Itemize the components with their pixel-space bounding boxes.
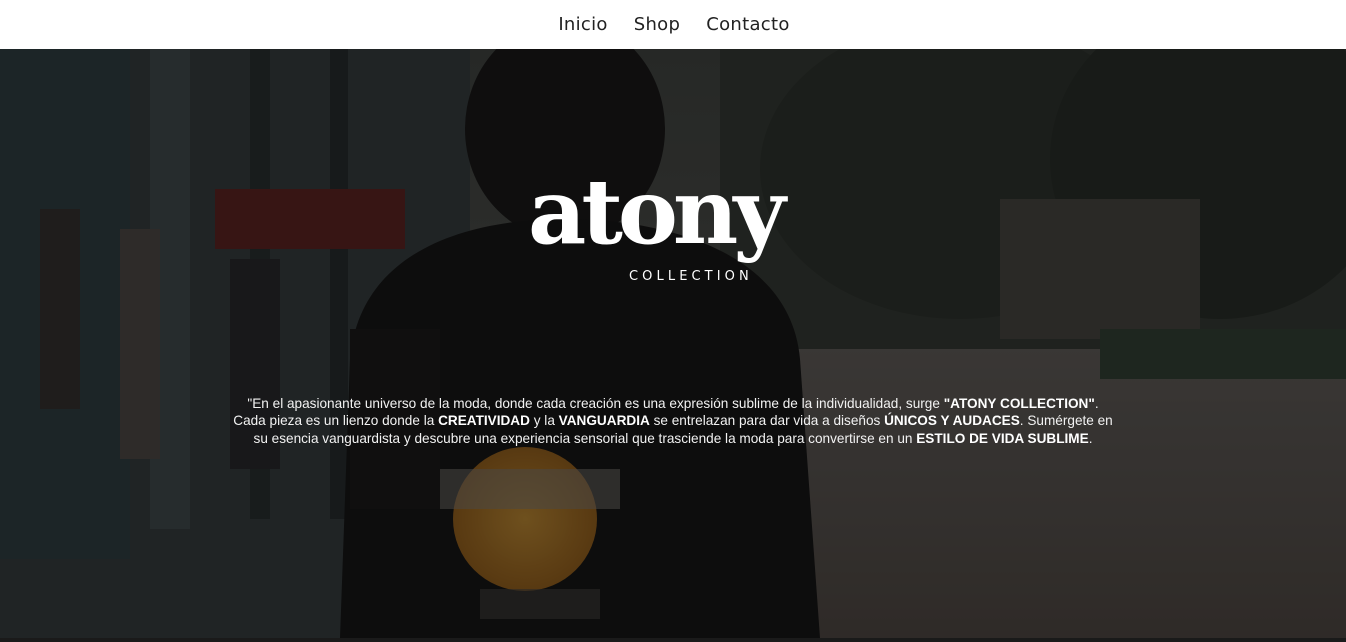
nav-item-shop: Shop — [634, 14, 680, 35]
nav-item-inicio: Inicio — [558, 14, 607, 35]
bottom-edge-bar — [0, 638, 1346, 642]
tagline-emphasis: CREATIVIDAD — [438, 413, 530, 429]
nav-link-shop[interactable]: Shop — [634, 14, 680, 35]
tagline-emphasis: "ATONY COLLECTION" — [943, 395, 1095, 411]
logo-wordmark: atony — [528, 159, 786, 265]
brand-logo: atony COLLECTION — [523, 167, 828, 293]
tagline-part: y la — [529, 413, 559, 429]
nav-link-inicio[interactable]: Inicio — [558, 14, 607, 35]
tagline-part: "En el apasionante universo de la moda, … — [247, 395, 944, 411]
tagline-part: se entrelazan para dar vida a diseños — [649, 413, 885, 429]
tagline-emphasis: ÚNICOS Y AUDACES — [884, 413, 1020, 429]
nav-link-contacto[interactable]: Contacto — [706, 14, 789, 35]
nav-item-contacto: Contacto — [706, 14, 789, 35]
logo-subtitle: COLLECTION — [629, 269, 753, 284]
top-navigation: Inicio Shop Contacto — [0, 0, 1346, 49]
tagline-emphasis: ESTILO DE VIDA SUBLIME — [916, 430, 1089, 446]
hero-section: atony COLLECTION "En el apasionante univ… — [0, 49, 1346, 638]
hero-dark-overlay — [0, 49, 1346, 638]
tagline-part: . — [1088, 430, 1093, 446]
tagline-emphasis: VANGUARDIA — [558, 413, 650, 429]
hero-tagline: "En el apasionante universo de la moda, … — [230, 395, 1116, 448]
nav-list: Inicio Shop Contacto — [558, 14, 789, 35]
